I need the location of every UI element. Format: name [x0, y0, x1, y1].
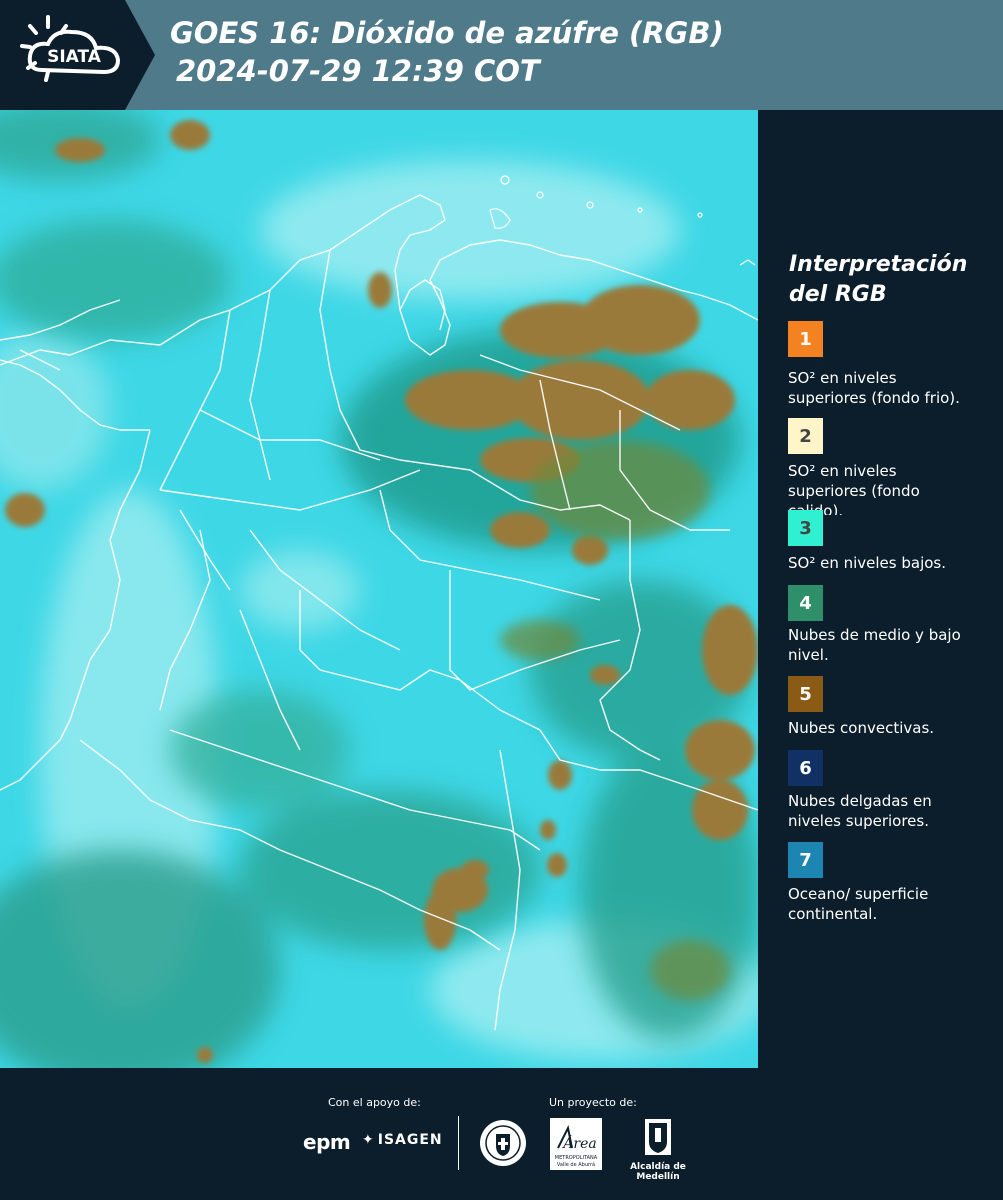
- alcaldia-logo: Alcaldía de Medellín: [612, 1118, 704, 1182]
- legend-label-3: SO² en niveles bajos.: [788, 554, 947, 572]
- legend-swatch-4: 4: [788, 585, 823, 621]
- legend-swatch-6: 6: [788, 750, 823, 786]
- area-metropolitana-logo: Área METROPOLITANA Valle de Aburrá: [550, 1118, 602, 1174]
- legend-swatch-2: 2: [788, 418, 823, 454]
- alcaldia-text: Alcaldía de Medellín: [630, 1162, 686, 1182]
- siata-logo-text: SIATA: [47, 47, 102, 67]
- isagen-logo-text: ISAGEN: [377, 1132, 443, 1148]
- legend-label-1: SO² en niveles superiores (fondo frio).: [788, 369, 960, 407]
- page-title: GOES 16: Dióxido de azúfre (RGB) 2024-07…: [170, 14, 724, 90]
- siata-logo: SIATA: [0, 0, 155, 110]
- support-label: Con el apoyo de:: [328, 1096, 421, 1109]
- legend-panel: Interpretación del RGB 1 SO² en niveles …: [758, 110, 1003, 1068]
- legend-label-6: Nubes delgadas en niveles superiores.: [788, 792, 932, 830]
- header-bar: SIATA GOES 16: Dióxido de azúfre (RGB) 2…: [0, 0, 1003, 110]
- isagen-star-icon: ✦: [362, 1132, 375, 1148]
- area-logo-text: Área: [561, 1134, 596, 1152]
- legend-label-4: Nubes de medio y bajo nivel.: [788, 626, 961, 664]
- legend-swatch-1: 1: [788, 321, 823, 357]
- legend-label-7: Oceano/ superficie continental.: [788, 885, 929, 923]
- area-sub-1: METROPOLITANA: [555, 1155, 598, 1161]
- legend-label-2: SO² en niveles superiores (fondo calido)…: [788, 462, 920, 515]
- project-label: Un proyecto de:: [549, 1096, 637, 1109]
- title-line-2: 2024-07-29 12:39 COT: [176, 54, 540, 88]
- legend-title: Interpretación del RGB: [789, 250, 967, 310]
- area-sub-2: Valle de Aburrá: [557, 1161, 595, 1168]
- legend-label-5: Nubes convectivas.: [788, 719, 935, 737]
- legend-swatch-3: 3: [788, 510, 823, 546]
- footer: Con el apoyo de: Un proyecto de: epm ✦ IS…: [0, 1068, 1003, 1200]
- medellin-seal-icon: [478, 1118, 528, 1172]
- legend-swatch-5: 5: [788, 676, 823, 712]
- legend-title-line-2: del RGB: [789, 282, 887, 307]
- epm-logo: epm: [303, 1130, 351, 1154]
- legend-swatch-7: 7: [788, 842, 823, 878]
- footer-divider: [458, 1116, 459, 1170]
- legend-title-line-1: Interpretación: [789, 252, 968, 277]
- satellite-map: [0, 110, 758, 1068]
- alcaldia-shield-icon: [645, 1119, 671, 1155]
- title-line-1: GOES 16: Dióxido de azúfre (RGB): [170, 16, 724, 50]
- isagen-logo: ✦ ISAGEN: [362, 1132, 443, 1148]
